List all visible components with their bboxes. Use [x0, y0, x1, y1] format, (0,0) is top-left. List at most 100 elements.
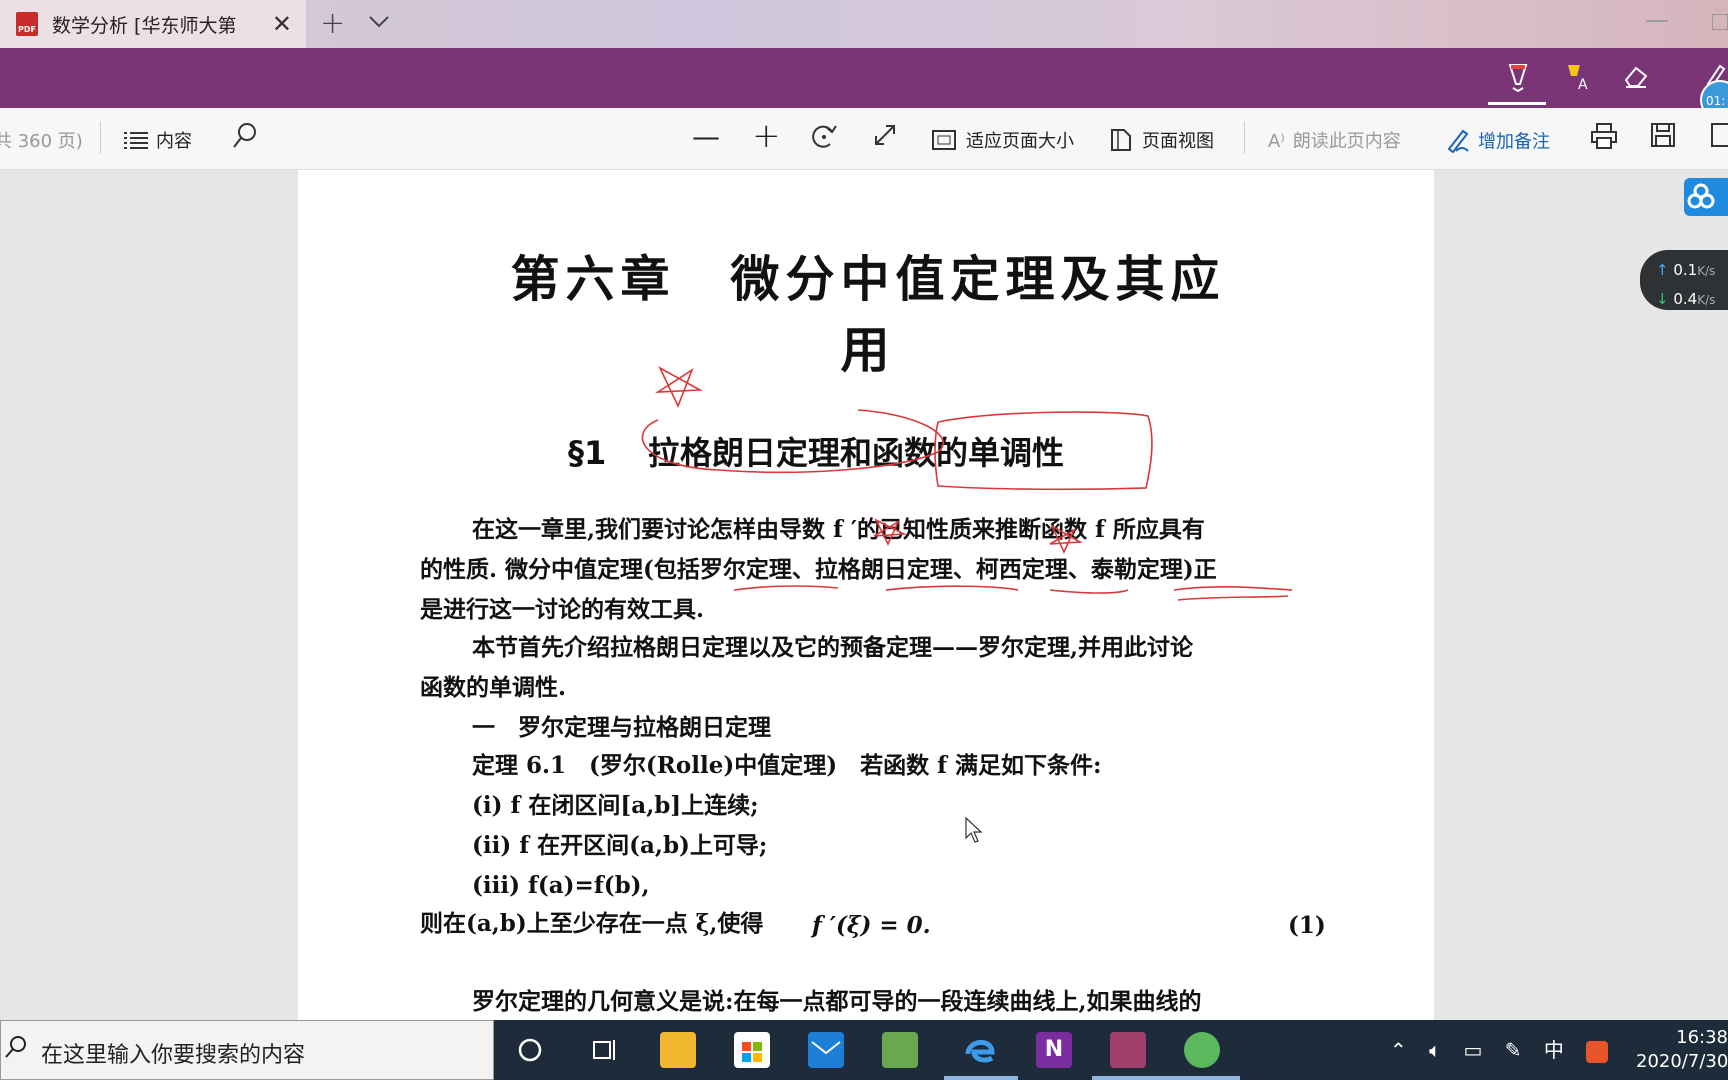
task-view-icon[interactable] — [586, 1032, 622, 1068]
highlighter-icon[interactable]: A — [1564, 62, 1594, 98]
pdf-icon-text: PDF — [18, 25, 36, 34]
taskbar-clock[interactable]: 16:38 2020/7/30 — [1636, 1026, 1728, 1074]
browser-tab[interactable]: PDF 数学分析 [华东师大第 ✕ — [0, 0, 306, 48]
save-icon[interactable] — [1650, 122, 1676, 153]
read-aloud-icon: A⁾ — [1268, 131, 1285, 152]
equation-number: (1) — [1288, 912, 1326, 939]
chevron-up-icon[interactable]: ⌃ — [1390, 1038, 1407, 1062]
system-tray: ⌃ 🔈︎ ▭ ✎ 中 — [1390, 1034, 1609, 1063]
battery-icon[interactable]: ▭ — [1463, 1038, 1482, 1062]
subsection-heading: 一 罗尔定理与拉格朗日定理 — [472, 714, 771, 741]
save-as-icon[interactable] — [1710, 122, 1728, 153]
text-line: 的性质. 微分中值定理(包括罗尔定理、拉格朗日定理、柯西定理、泰勒定理)正 — [420, 556, 1217, 583]
toolbar-separator — [1244, 122, 1245, 154]
upload-value: 0.1 — [1673, 261, 1698, 279]
globe-app-icon[interactable] — [1184, 1032, 1220, 1068]
tab-title: 数学分析 [华东师大第 — [52, 14, 237, 37]
rotate-icon[interactable] — [810, 122, 838, 155]
add-note-label: 增加备注 — [1478, 131, 1550, 153]
fit-page-label: 适应页面大小 — [966, 131, 1074, 152]
search-icon[interactable] — [232, 122, 258, 155]
mouse-cursor — [964, 816, 984, 848]
download-unit: K/s — [1697, 293, 1716, 307]
document-viewer[interactable]: 第六章 微分中值定理及其应用 §1 拉格朗日定理和函数的单调性 在这一章里,我们要… — [0, 170, 1728, 1020]
tab-close-icon[interactable]: ✕ — [272, 10, 292, 38]
file-explorer-icon[interactable] — [660, 1032, 696, 1068]
search-placeholder: 在这里输入你要搜索的内容 — [41, 1043, 306, 1068]
pen-icon — [1446, 127, 1470, 158]
pen-tray-icon[interactable]: ✎ — [1505, 1038, 1522, 1062]
read-aloud-button[interactable]: A⁾ 朗读此页内容 — [1268, 127, 1401, 153]
text-line: 本节首先介绍拉格朗日定理以及它的预备定理——罗尔定理,并用此讨论 — [472, 634, 1194, 661]
new-tab-button[interactable]: + — [320, 6, 345, 41]
winrar-icon[interactable] — [1110, 1032, 1146, 1068]
contents-button[interactable]: 内容 — [124, 127, 192, 154]
read-aloud-label: 朗读此页内容 — [1292, 131, 1401, 152]
onenote-icon[interactable]: N — [1036, 1032, 1072, 1068]
toolbar-separator — [100, 122, 101, 154]
ballpoint-pen-icon[interactable] — [1505, 62, 1531, 98]
title-bar: PDF 数学分析 [华东师大第 ✕ + — — [0, 0, 1728, 48]
sogou-icon[interactable] — [1586, 1040, 1609, 1063]
mail-icon[interactable] — [808, 1032, 844, 1068]
taskbar-search-input[interactable]: 在这里输入你要搜索的内容 — [0, 1020, 494, 1080]
active-app-indicator — [1092, 1076, 1166, 1080]
search-icon — [5, 1035, 27, 1065]
text-line: 是进行这一讨论的有效工具. — [420, 596, 705, 623]
contents-label: 内容 — [156, 131, 192, 152]
maximize-button[interactable] — [1712, 14, 1728, 30]
upload-arrow-icon: ↑ — [1656, 261, 1669, 279]
page-view-icon — [1110, 128, 1132, 157]
chapter-title: 第六章 微分中值定理及其应用 — [510, 251, 1226, 379]
equation: f ′(ξ) = 0. — [812, 912, 931, 939]
page-count: 共 360 页) — [0, 131, 83, 152]
download-value: 0.4 — [1673, 290, 1698, 308]
clock-date: 2020/7/30 — [1636, 1051, 1728, 1072]
active-app-indicator — [1166, 1076, 1240, 1080]
store-icon[interactable] — [734, 1032, 770, 1068]
fit-page-button[interactable]: 适应页面大小 — [932, 127, 1074, 155]
zoom-in-icon[interactable]: + — [752, 116, 781, 156]
pdf-icon: PDF — [16, 12, 38, 36]
section-title: §1 拉格朗日定理和函数的单调性 — [568, 428, 1328, 474]
section-number: §1 — [568, 434, 607, 472]
minimize-button[interactable]: — — [1645, 6, 1669, 34]
condition-item: (iii) f(a)=f(b), — [472, 872, 650, 899]
notepad-app-icon[interactable] — [882, 1032, 918, 1068]
section-heading: 拉格朗日定理和函数的单调性 — [648, 434, 1065, 472]
upload-speed: ↑ 0.1K/s — [1656, 256, 1728, 285]
upload-unit: K/s — [1697, 264, 1716, 278]
svg-text:A: A — [1578, 77, 1588, 92]
ime-indicator[interactable]: 中 — [1544, 1038, 1564, 1062]
cortana-icon[interactable] — [512, 1032, 548, 1068]
fullscreen-icon[interactable] — [872, 122, 898, 153]
pdf-page: 第六章 微分中值定理及其应用 §1 拉格朗日定理和函数的单调性 在这一章里,我们要… — [298, 170, 1434, 1020]
edge-icon[interactable] — [962, 1032, 998, 1068]
chevron-down-icon[interactable] — [368, 10, 390, 34]
active-tool-indicator — [1488, 102, 1546, 105]
download-speed: ↓ 0.4K/s — [1656, 285, 1728, 314]
pdf-toolbar: 共 360 页) 内容 — + 适应页面大小 页面视图 A⁾ 朗读此页内容 增加备… — [0, 108, 1728, 170]
cloud-sync-icon[interactable] — [1684, 178, 1728, 216]
active-app-indicator — [944, 1076, 1018, 1080]
add-note-button[interactable]: 增加备注 — [1446, 127, 1550, 158]
download-arrow-icon: ↓ — [1656, 290, 1669, 308]
condition-item: (i) f 在闭区间[a,b]上连续; — [472, 792, 759, 819]
taskbar: 在这里输入你要搜索的内容 N ⌃ 🔈︎ ▭ ✎ 中 16:38 2020/7/3… — [0, 1020, 1728, 1080]
condition-item: (ii) f 在开区间(a,b)上可导; — [472, 832, 768, 859]
clock-time: 16:38 — [1676, 1027, 1728, 1048]
theorem-statement: 定理 6.1 (罗尔(Rolle)中值定理) 若函数 f 满足如下条件: — [472, 752, 1102, 779]
ink-toolbar: A — [0, 48, 1728, 140]
list-icon — [124, 131, 148, 154]
text-line: 在这一章里,我们要讨论怎样由导数 f ′的已知性质来推断函数 f 所应具有 — [472, 516, 1205, 543]
text-line: 罗尔定理的几何意义是说:在每一点都可导的一段连续曲线上,如果曲线的 — [472, 988, 1202, 1015]
print-icon[interactable] — [1590, 122, 1618, 155]
fit-page-icon — [932, 129, 956, 155]
text-line: 函数的单调性. — [420, 674, 567, 701]
page-view-button[interactable]: 页面视图 — [1110, 127, 1214, 157]
volume-icon[interactable]: 🔈︎ — [1429, 1038, 1441, 1062]
zoom-out-icon[interactable]: — — [692, 120, 720, 153]
network-speed-widget[interactable]: ↑ 0.1K/s ↓ 0.4K/s — [1640, 250, 1728, 310]
page-view-label: 页面视图 — [1142, 131, 1214, 152]
eraser-icon[interactable] — [1622, 62, 1650, 96]
